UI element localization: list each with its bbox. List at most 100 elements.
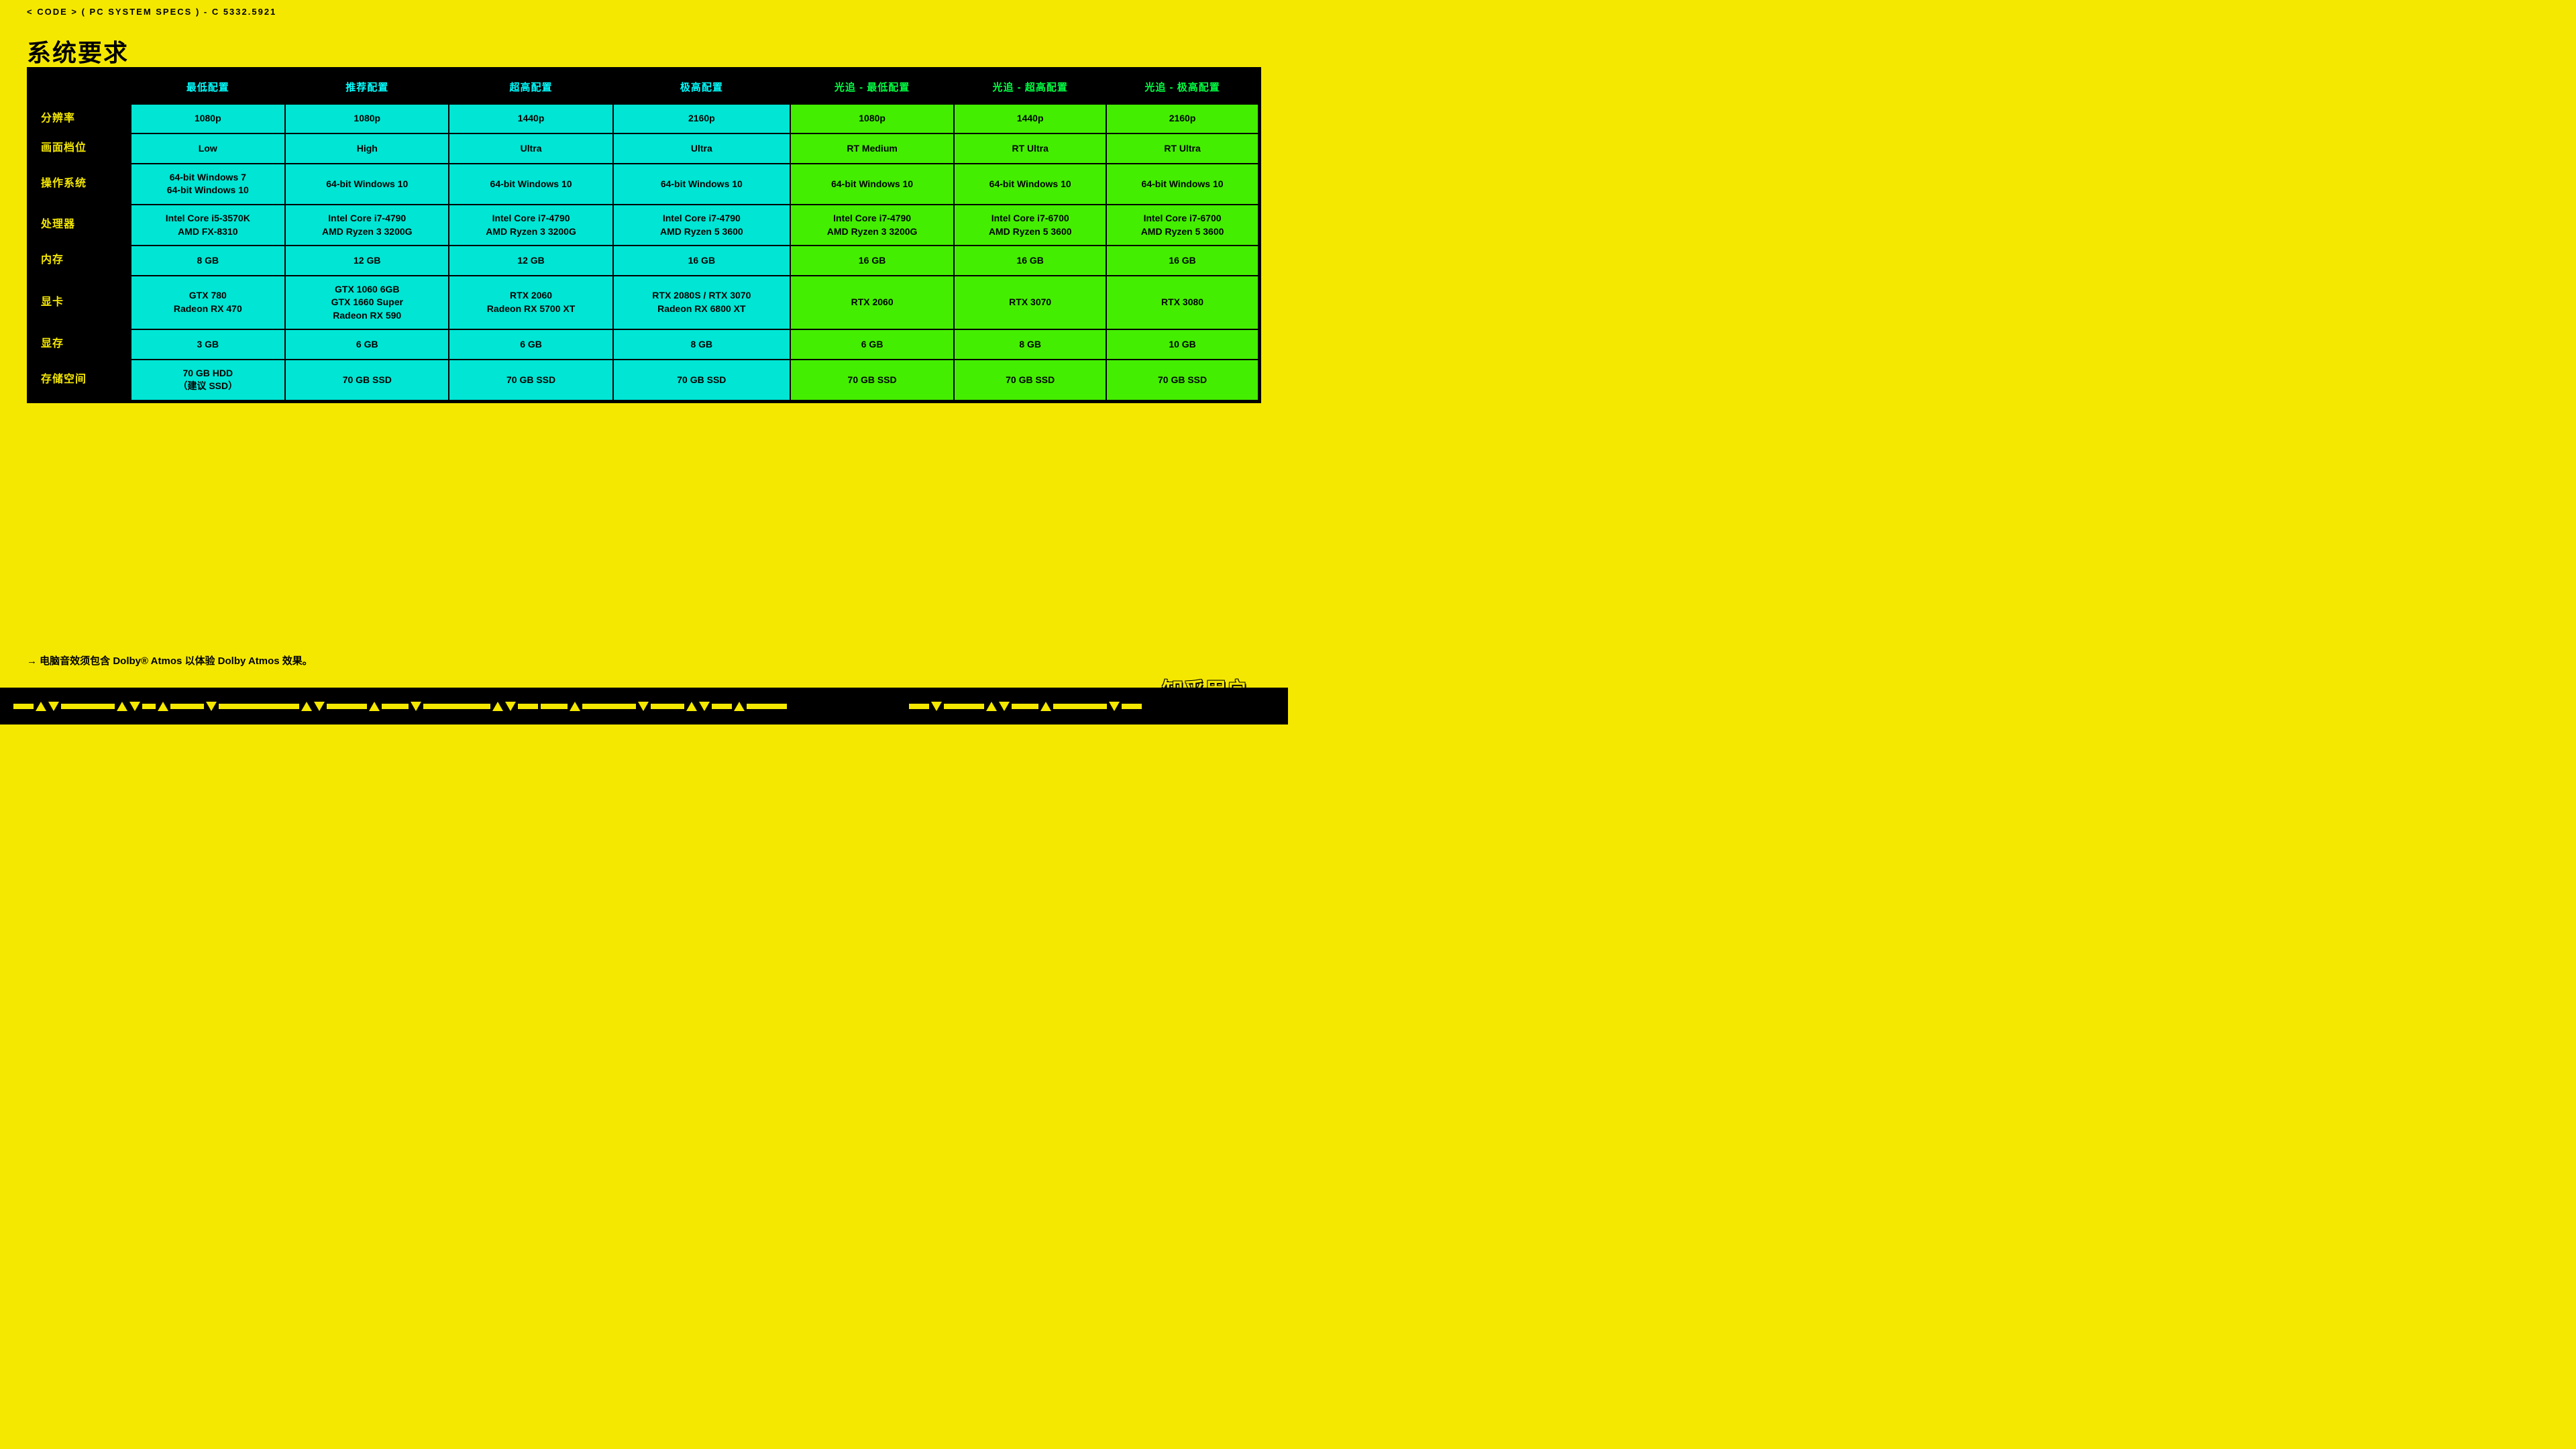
cell-5-5: RTX 3070 <box>954 276 1106 330</box>
cell-7-0: 70 GB HDD （建议 SSD） <box>131 360 286 400</box>
cell-5-3: RTX 2080S / RTX 3070 Radeon RX 6800 XT <box>613 276 790 330</box>
cell-7-2: 70 GB SSD <box>449 360 612 400</box>
header-col-3: 超高配置 <box>449 70 612 104</box>
cell-6-2: 6 GB <box>449 329 612 359</box>
cell-0-0: 1080p <box>131 104 286 133</box>
cell-1-2: Ultra <box>449 133 612 163</box>
cell-1-4: RT Medium <box>790 133 954 163</box>
header-row: 最低配置推荐配置超高配置极高配置光追 - 最低配置光追 - 超高配置光追 - 极… <box>30 70 1258 104</box>
cell-1-6: RT Ultra <box>1106 133 1258 163</box>
notch <box>492 702 503 711</box>
table-row: 存储空间70 GB HDD （建议 SSD）70 GB SSD70 GB SSD… <box>30 360 1258 400</box>
footnote-text: → 电脑音效须包含 Dolby® Atmos 以体验 Dolby Atmos 效… <box>27 655 313 667</box>
table-header: 最低配置推荐配置超高配置极高配置光追 - 最低配置光追 - 超高配置光追 - 极… <box>30 70 1258 104</box>
notch <box>314 702 325 711</box>
cell-2-4: 64-bit Windows 10 <box>790 164 954 205</box>
table-row: 内存8 GB12 GB12 GB16 GB16 GB16 GB16 GB <box>30 246 1258 275</box>
specs-table-container: 最低配置推荐配置超高配置极高配置光追 - 最低配置光追 - 超高配置光追 - 极… <box>27 67 1261 403</box>
bar-seg <box>170 704 204 709</box>
notch <box>999 702 1010 711</box>
row-label-2: 操作系统 <box>30 164 131 205</box>
bar-seg <box>142 704 156 709</box>
cell-3-3: Intel Core i7-4790 AMD Ryzen 5 3600 <box>613 205 790 246</box>
cell-1-3: Ultra <box>613 133 790 163</box>
table-row: 画面档位LowHighUltraUltraRT MediumRT UltraRT… <box>30 133 1258 163</box>
bar-seg <box>1012 704 1038 709</box>
table-row: 显卡GTX 780 Radeon RX 470GTX 1060 6GB GTX … <box>30 276 1258 330</box>
cell-7-1: 70 GB SSD <box>285 360 449 400</box>
row-label-1: 画面档位 <box>30 133 131 163</box>
notch <box>1109 702 1120 711</box>
notch <box>129 702 140 711</box>
notch <box>699 702 710 711</box>
notch <box>369 702 380 711</box>
cell-2-0: 64-bit Windows 7 64-bit Windows 10 <box>131 164 286 205</box>
cell-0-4: 1080p <box>790 104 954 133</box>
bar-seg <box>712 704 732 709</box>
row-label-5: 显卡 <box>30 276 131 330</box>
cell-3-6: Intel Core i7-6700 AMD Ryzen 5 3600 <box>1106 205 1258 246</box>
notch <box>638 702 649 711</box>
cell-7-4: 70 GB SSD <box>790 360 954 400</box>
header-col-1: 最低配置 <box>131 70 286 104</box>
header-label-col <box>30 70 131 104</box>
notch <box>206 702 217 711</box>
cell-2-5: 64-bit Windows 10 <box>954 164 1106 205</box>
header-col-2: 推荐配置 <box>285 70 449 104</box>
cell-3-4: Intel Core i7-4790 AMD Ryzen 3 3200G <box>790 205 954 246</box>
cell-3-5: Intel Core i7-6700 AMD Ryzen 5 3600 <box>954 205 1106 246</box>
notch <box>48 702 59 711</box>
table-row: 显存3 GB6 GB6 GB8 GB6 GB8 GB10 GB <box>30 329 1258 359</box>
cell-3-0: Intel Core i5-3570K AMD FX-8310 <box>131 205 286 246</box>
notch <box>570 702 580 711</box>
cell-4-6: 16 GB <box>1106 246 1258 275</box>
notch <box>411 702 421 711</box>
cell-1-0: Low <box>131 133 286 163</box>
cell-5-4: RTX 2060 <box>790 276 954 330</box>
notch <box>117 702 127 711</box>
corner-bl <box>27 390 40 403</box>
cell-6-1: 6 GB <box>285 329 449 359</box>
cell-4-4: 16 GB <box>790 246 954 275</box>
notch <box>1040 702 1051 711</box>
bar-seg <box>582 704 636 709</box>
cell-6-3: 8 GB <box>613 329 790 359</box>
cell-7-3: 70 GB SSD <box>613 360 790 400</box>
cell-5-1: GTX 1060 6GB GTX 1660 Super Radeon RX 59… <box>285 276 449 330</box>
notch <box>931 702 942 711</box>
notch <box>686 702 697 711</box>
cell-0-1: 1080p <box>285 104 449 133</box>
bottom-decoration-mid <box>541 702 906 711</box>
bar-seg <box>1122 704 1142 709</box>
table-body: 分辨率1080p1080p1440p2160p1080p1440p2160p画面… <box>30 104 1258 400</box>
cell-4-0: 8 GB <box>131 246 286 275</box>
bar-seg <box>541 704 568 709</box>
cell-5-2: RTX 2060 Radeon RX 5700 XT <box>449 276 612 330</box>
row-label-7: 存储空间 <box>30 360 131 400</box>
cell-2-6: 64-bit Windows 10 <box>1106 164 1258 205</box>
specs-table: 最低配置推荐配置超高配置极高配置光追 - 最低配置光追 - 超高配置光追 - 极… <box>29 69 1259 401</box>
cell-3-2: Intel Core i7-4790 AMD Ryzen 3 3200G <box>449 205 612 246</box>
row-label-3: 处理器 <box>30 205 131 246</box>
cell-0-6: 2160p <box>1106 104 1258 133</box>
bar-seg <box>423 704 490 709</box>
cell-4-3: 16 GB <box>613 246 790 275</box>
row-label-6: 显存 <box>30 329 131 359</box>
cell-3-1: Intel Core i7-4790 AMD Ryzen 3 3200G <box>285 205 449 246</box>
page-title: 系统要求 <box>27 34 129 68</box>
header-col-7: 光追 - 极高配置 <box>1106 70 1258 104</box>
cell-7-6: 70 GB SSD <box>1106 360 1258 400</box>
top-bar-text: < CODE > ( PC SYSTEM SPECS ) - C 5332.59… <box>27 7 276 17</box>
cell-7-5: 70 GB SSD <box>954 360 1106 400</box>
cell-1-1: High <box>285 133 449 163</box>
bar-seg <box>747 704 787 709</box>
bar-seg <box>61 704 115 709</box>
bar-seg <box>651 704 684 709</box>
notch <box>734 702 745 711</box>
corner-tr <box>1248 67 1261 80</box>
cell-6-0: 3 GB <box>131 329 286 359</box>
cell-1-5: RT Ultra <box>954 133 1106 163</box>
row-label-4: 内存 <box>30 246 131 275</box>
cell-4-5: 16 GB <box>954 246 1106 275</box>
cell-2-2: 64-bit Windows 10 <box>449 164 612 205</box>
